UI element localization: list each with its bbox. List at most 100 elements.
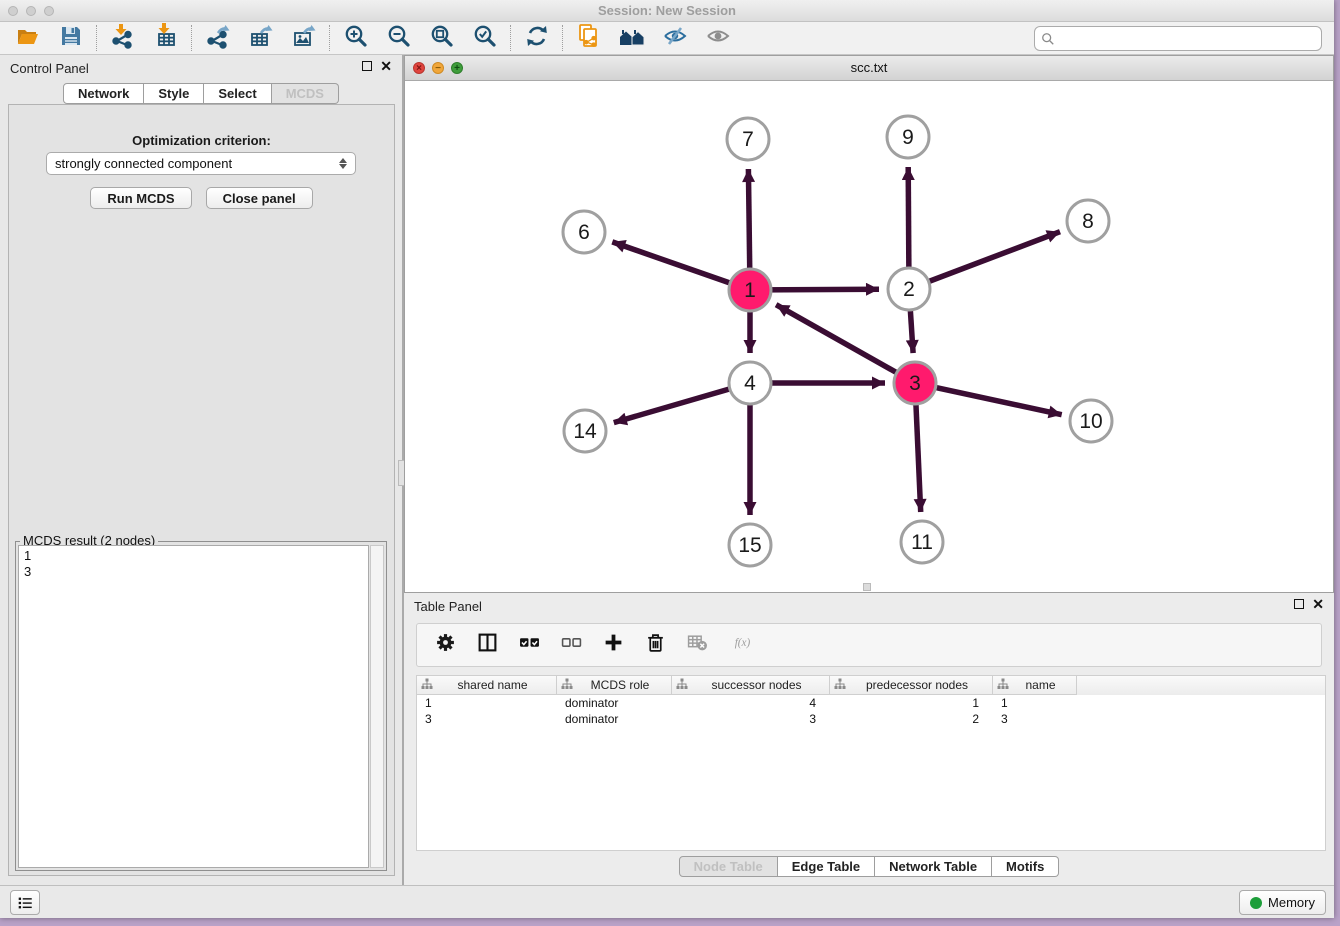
zoom-fit-button[interactable]	[420, 23, 463, 53]
tab-style[interactable]: Style	[144, 83, 204, 104]
zoom-in-button[interactable]	[334, 23, 377, 53]
column-header-MCDS-role[interactable]: MCDS role	[557, 676, 672, 695]
zoom-selected-button[interactable]	[463, 23, 506, 53]
graph-node-2[interactable]: 2	[888, 268, 930, 310]
tab-network-table[interactable]: Network Table	[875, 856, 992, 877]
status-bar: Memory	[0, 885, 1334, 918]
table-cell[interactable]: 4	[672, 695, 830, 711]
open-file-button[interactable]	[6, 23, 49, 53]
main-content: Control Panel ✕ NetworkStyleSelectMCDS O…	[0, 55, 1334, 885]
memory-button[interactable]: Memory	[1239, 890, 1326, 915]
select-all-button[interactable]	[517, 633, 541, 657]
table-header-row: shared nameMCDS role successor nodes prede…	[417, 676, 1325, 695]
table-cell[interactable]: 2	[830, 711, 993, 727]
search-input[interactable]	[1059, 31, 1315, 46]
network-view-title: scc.txt	[405, 60, 1333, 75]
network-canvas[interactable]: 1 2 3 4 6 7 8 9 10 11 14 15	[405, 81, 1333, 592]
refresh-icon	[524, 23, 550, 54]
graph-node-3[interactable]: 3	[894, 362, 936, 404]
graph-edge-3-1[interactable]	[776, 305, 915, 383]
refresh-button[interactable]	[515, 23, 558, 53]
export-image-button[interactable]	[282, 23, 325, 53]
select-all-icon	[519, 632, 540, 658]
settings-button[interactable]	[433, 633, 457, 657]
table-cell[interactable]: 1	[993, 695, 1077, 711]
deselect-all-button[interactable]	[559, 633, 583, 657]
graph-node-8[interactable]: 8	[1067, 200, 1109, 242]
close-panel-icon[interactable]: ✕	[380, 61, 392, 71]
result-scrollbar[interactable]	[370, 545, 384, 868]
column-header-shared-name[interactable]: shared name	[417, 676, 557, 695]
zoom-in-icon	[343, 23, 369, 54]
control-panel-tabs: NetworkStyleSelectMCDS	[0, 83, 402, 104]
hide-selected-button[interactable]	[653, 23, 696, 53]
run-mcds-button[interactable]: Run MCDS	[90, 187, 191, 209]
export-table-button[interactable]	[239, 23, 282, 53]
table-cell[interactable]: 1	[417, 695, 557, 711]
close-panel-button[interactable]: Close panel	[206, 187, 313, 209]
float-panel-icon[interactable]	[362, 61, 372, 71]
zoom-fit-icon	[429, 23, 455, 54]
columns-button[interactable]	[475, 633, 499, 657]
hierarchy-icon	[834, 678, 846, 693]
graph-node-7[interactable]: 7	[727, 118, 769, 160]
table-close-panel-icon[interactable]: ✕	[1312, 599, 1324, 609]
table-row[interactable]: 3dominator323	[417, 711, 1325, 727]
tab-network[interactable]: Network	[63, 83, 144, 104]
graph-node-14[interactable]: 14	[564, 410, 606, 452]
hierarchy-icon	[421, 678, 433, 693]
clear-table-icon	[687, 632, 708, 658]
table-cell[interactable]: 3	[993, 711, 1077, 727]
table-row[interactable]: 1dominator411	[417, 695, 1325, 711]
graph-node-11[interactable]: 11	[901, 521, 943, 563]
table-cell[interactable]: 3	[417, 711, 557, 727]
column-header-name[interactable]: name	[993, 676, 1077, 695]
graph-node-4[interactable]: 4	[729, 362, 771, 404]
optimization-criterion-select[interactable]: strongly connected component	[46, 152, 356, 175]
delete-row-icon	[645, 632, 666, 658]
function-button: f(x)	[727, 633, 761, 657]
tab-motifs[interactable]: Motifs	[992, 856, 1059, 877]
table-cell[interactable]: dominator	[557, 711, 672, 727]
search-box[interactable]	[1034, 26, 1322, 51]
mcds-result-text[interactable]: 1 3	[18, 545, 369, 868]
svg-text:11: 11	[911, 531, 933, 554]
tab-edge-table[interactable]: Edge Table	[778, 856, 875, 877]
svg-text:f(x): f(x)	[734, 637, 750, 649]
new-network-from-selection-button[interactable]	[567, 23, 610, 53]
export-network-icon	[205, 23, 231, 54]
export-network-button[interactable]	[196, 23, 239, 53]
graph-node-1[interactable]: 1	[729, 269, 771, 311]
table-float-panel-icon[interactable]	[1294, 599, 1304, 609]
network-resize-handle[interactable]	[863, 583, 871, 591]
tab-node-table[interactable]: Node Table	[679, 856, 778, 877]
delete-row-button[interactable]	[643, 633, 667, 657]
import-table-icon	[153, 23, 179, 54]
save-session-button[interactable]	[49, 23, 92, 53]
import-network-button[interactable]	[101, 23, 144, 53]
table-cell[interactable]: 3	[672, 711, 830, 727]
import-table-button[interactable]	[144, 23, 187, 53]
graph-node-6[interactable]: 6	[563, 211, 605, 253]
list-icon	[16, 894, 34, 912]
column-header-predecessor-nodes[interactable]: predecessor nodes	[830, 676, 993, 695]
import-network-icon	[110, 23, 136, 54]
graph-node-15[interactable]: 15	[729, 524, 771, 566]
graph-node-10[interactable]: 10	[1070, 400, 1112, 442]
column-label: successor nodes	[688, 678, 825, 692]
table-cell[interactable]: dominator	[557, 695, 672, 711]
task-history-button[interactable]	[10, 890, 40, 915]
table-cell[interactable]: 1	[830, 695, 993, 711]
zoom-selected-icon	[472, 23, 498, 54]
zoom-out-button[interactable]	[377, 23, 420, 53]
memory-label: Memory	[1268, 895, 1315, 910]
tab-select[interactable]: Select	[204, 83, 271, 104]
graph-edge-2-8[interactable]	[909, 232, 1060, 289]
graph-node-9[interactable]: 9	[887, 116, 929, 158]
graph-edge-3-10[interactable]	[915, 383, 1062, 415]
tab-mcds[interactable]: MCDS	[272, 83, 339, 104]
column-header-successor-nodes[interactable]: successor nodes	[672, 676, 830, 695]
show-all-button[interactable]	[696, 23, 739, 53]
add-row-button[interactable]	[601, 633, 625, 657]
first-neighbors-button[interactable]	[610, 23, 653, 53]
